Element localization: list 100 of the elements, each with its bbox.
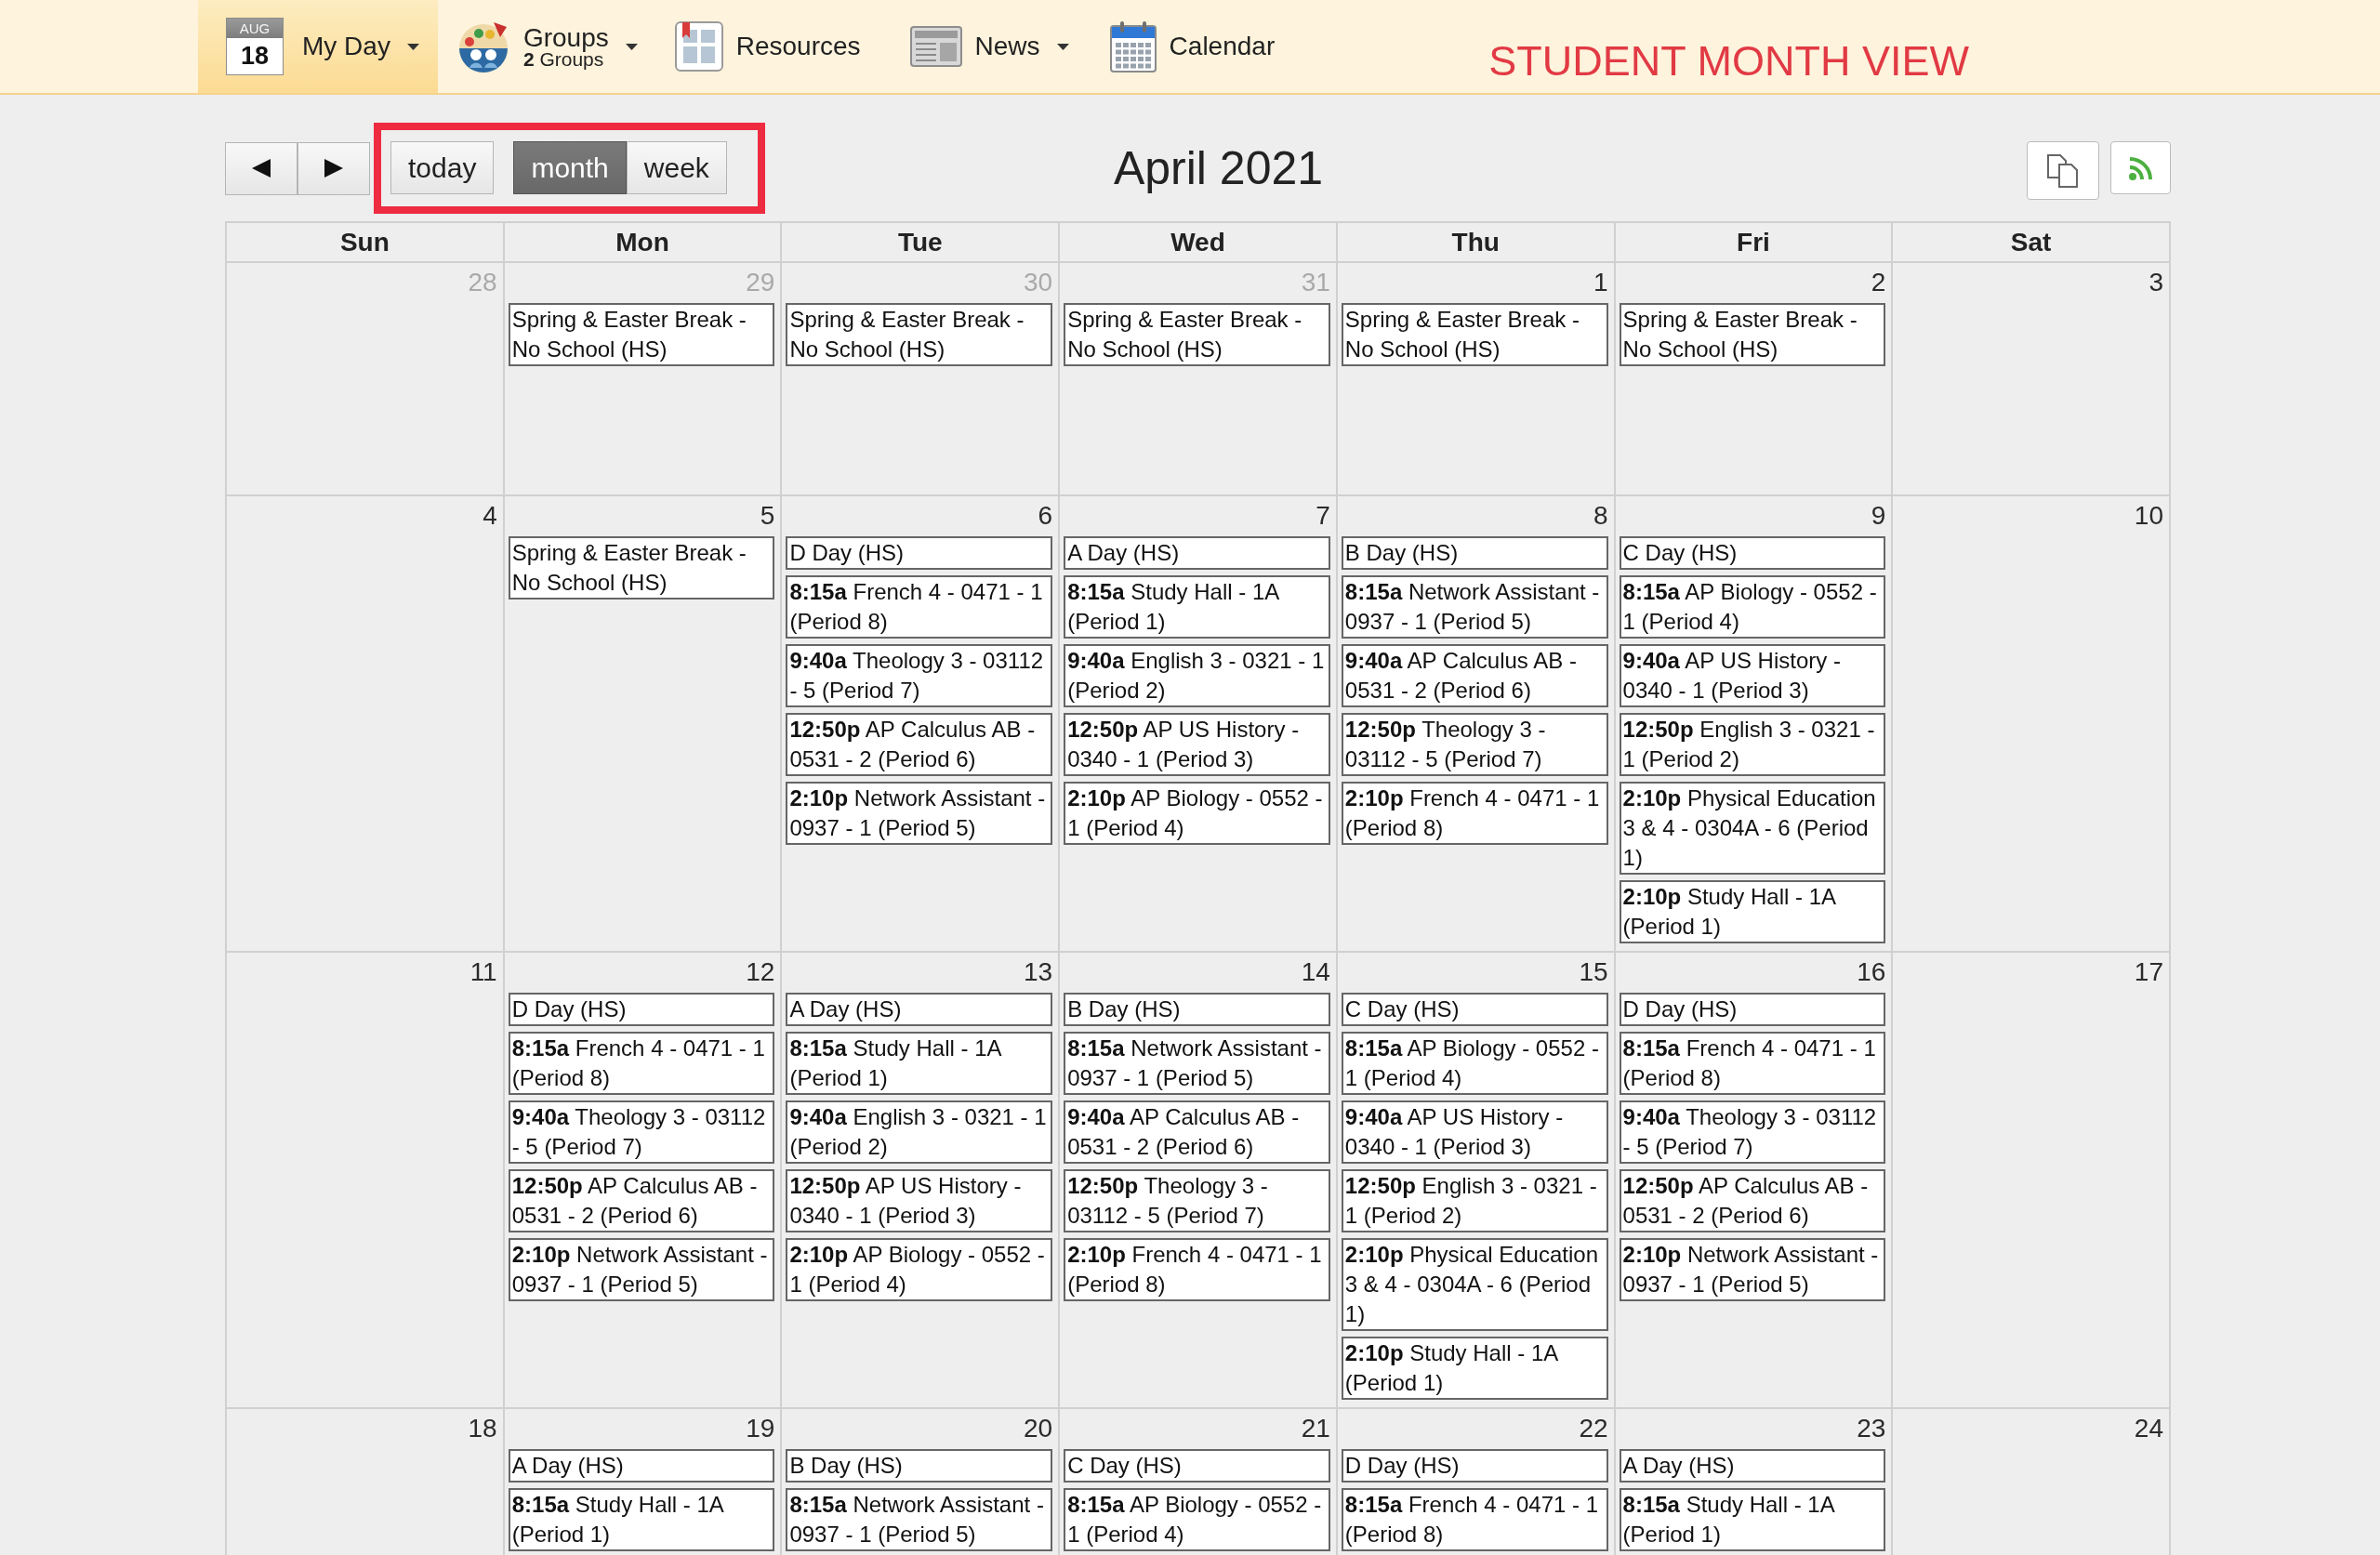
- view-caption: STUDENT MONTH VIEW: [1488, 39, 1969, 82]
- next-button[interactable]: [298, 141, 370, 195]
- nav-item[interactable]: Groups 2 Groups: [437, 0, 656, 93]
- calendar-event[interactable]: 12:50p AP Calculus AB - 0531 - 2 (Period 6): [1619, 1169, 1886, 1232]
- day-number: 29: [746, 268, 775, 297]
- calendar-event[interactable]: Spring & Easter Break - No School (HS): [508, 303, 775, 366]
- calendar-event[interactable]: Spring & Easter Break - No School (HS): [786, 303, 1053, 366]
- day-number: 15: [1579, 957, 1608, 986]
- right-triangle-icon: [324, 159, 343, 178]
- calendar-event[interactable]: 8:15a AP Biology - 0552 - 1 (Period 4): [1064, 1488, 1330, 1551]
- day-number: 2: [1871, 268, 1886, 297]
- weekday-header: Tue: [897, 228, 943, 257]
- day-number: 13: [1024, 957, 1053, 986]
- calendar-event[interactable]: A Day (HS): [1064, 536, 1330, 570]
- calendar-event[interactable]: 9:40a Theology 3 - 03112 - 5 (Period 7): [508, 1100, 775, 1164]
- calendar-event[interactable]: 12:50p Theology 3 - 03112 - 5 (Period 7): [1064, 1169, 1330, 1232]
- calendar-event[interactable]: 9:40a Theology 3 - 03112 - 5 (Period 7): [1619, 1100, 1886, 1164]
- previous-button[interactable]: [225, 141, 298, 195]
- calendar-event[interactable]: 2:10p Physical Education 3 & 4 - 0304A - 6 (Period 1): [1341, 1238, 1608, 1331]
- day-number: 22: [1579, 1414, 1608, 1443]
- calendar-event[interactable]: 8:15a AP Biology - 0552 - 1 (Period 4): [1341, 1032, 1608, 1095]
- day-number: 5: [760, 501, 775, 530]
- calendar-event[interactable]: C Day (HS): [1341, 993, 1608, 1026]
- calendar-event[interactable]: 2:10p Study Hall - 1A (Period 1): [1619, 880, 1886, 943]
- calendar-event[interactable]: 9:40a AP Calculus AB - 0531 - 2 (Period 6): [1064, 1100, 1330, 1164]
- calendar-event[interactable]: D Day (HS): [1619, 993, 1886, 1026]
- calendar-event[interactable]: 8:15a French 4 - 0471 - 1 (Period 8): [786, 575, 1053, 639]
- calendar-event[interactable]: 2:10p French 4 - 0471 - 1 (Period 8): [1064, 1238, 1330, 1301]
- copy-button[interactable]: [2027, 141, 2099, 200]
- calendar-event[interactable]: 9:40a AP US History - 0340 - 1 (Period 3): [1619, 644, 1886, 707]
- grid-bookmark-icon: [674, 21, 723, 72]
- calendar-event[interactable]: 8:15a Study Hall - 1A (Period 1): [1619, 1488, 1886, 1551]
- weekday-header: Thu: [1451, 228, 1500, 257]
- calendar-event[interactable]: 8:15a Study Hall - 1A (Period 1): [508, 1488, 775, 1551]
- calendar-event[interactable]: 8:15a French 4 - 0471 - 1 (Period 8): [1619, 1032, 1886, 1095]
- calendar-event[interactable]: A Day (HS): [1619, 1449, 1886, 1483]
- calendar-event[interactable]: 2:10p Physical Education 3 & 4 - 0304A - 6 (Period 1): [1619, 782, 1886, 875]
- calendar-event[interactable]: 9:40a English 3 - 0321 - 1 (Period 2): [786, 1100, 1053, 1164]
- calendar-event[interactable]: 2:10p Network Assistant - 0937 - 1 (Period 5): [508, 1238, 775, 1301]
- calendar-event[interactable]: 12:50p AP US History - 0340 - 1 (Period 3): [1064, 713, 1330, 776]
- calendar-event[interactable]: 8:15a French 4 - 0471 - 1 (Period 8): [508, 1032, 775, 1095]
- calendar-event[interactable]: A Day (HS): [508, 1449, 775, 1483]
- feed-button[interactable]: [2110, 141, 2171, 194]
- calendar-event[interactable]: 8:15a AP Biology - 0552 - 1 (Period 4): [1619, 575, 1886, 639]
- calendar-event[interactable]: 12:50p Theology 3 - 03112 - 5 (Period 7): [1341, 713, 1608, 776]
- calendar-event[interactable]: B Day (HS): [786, 1449, 1053, 1483]
- nav-item[interactable]: AUG 18 My Day: [198, 0, 438, 93]
- calendar-event[interactable]: Spring & Easter Break - No School (HS): [1064, 303, 1330, 366]
- calendar-event[interactable]: Spring & Easter Break - No School (HS): [1619, 303, 1886, 366]
- left-triangle-icon: [252, 159, 271, 178]
- view-button[interactable]: week: [626, 141, 727, 194]
- day-number: 9: [1871, 501, 1886, 530]
- calendar-event[interactable]: D Day (HS): [508, 993, 775, 1026]
- calendar-event[interactable]: D Day (HS): [786, 536, 1053, 570]
- calendar-event[interactable]: 12:50p AP Calculus AB - 0531 - 2 (Period 6): [786, 713, 1053, 776]
- weekday-header: Wed: [1170, 228, 1225, 257]
- calendar-event[interactable]: C Day (HS): [1064, 1449, 1330, 1483]
- newspaper-icon: [909, 26, 962, 67]
- day-number: 4: [483, 501, 497, 530]
- calendar-event[interactable]: B Day (HS): [1064, 993, 1330, 1026]
- calendar-event[interactable]: 9:40a English 3 - 0321 - 1 (Period 2): [1064, 644, 1330, 707]
- calendar-event[interactable]: 8:15a Network Assistant - 0937 - 1 (Period 5): [1064, 1032, 1330, 1095]
- day-number: 19: [746, 1414, 775, 1443]
- badge-month: AUG: [227, 19, 283, 38]
- calendar-event[interactable]: B Day (HS): [1341, 536, 1608, 570]
- calendar-event[interactable]: A Day (HS): [786, 993, 1053, 1026]
- calendar-event[interactable]: Spring & Easter Break - No School (HS): [508, 536, 775, 600]
- calendar-event[interactable]: 12:50p AP Calculus AB - 0531 - 2 (Period 6): [508, 1169, 775, 1232]
- day-number: 12: [746, 957, 775, 986]
- calendar-event[interactable]: 8:15a Network Assistant - 0937 - 1 (Period 5): [1341, 575, 1608, 639]
- calendar-event[interactable]: 2:10p Network Assistant - 0937 - 1 (Period 5): [1619, 1238, 1886, 1301]
- day-number: 1: [1593, 268, 1608, 297]
- calendar-event[interactable]: C Day (HS): [1619, 536, 1886, 570]
- calendar-event[interactable]: 9:40a AP Calculus AB - 0531 - 2 (Period 6): [1341, 644, 1608, 707]
- calendar-event[interactable]: 2:10p AP Biology - 0552 - 1 (Period 4): [1064, 782, 1330, 845]
- calendar-event[interactable]: 12:50p English 3 - 0321 - 1 (Period 2): [1619, 713, 1886, 776]
- calendar-event[interactable]: Spring & Easter Break - No School (HS): [1341, 303, 1608, 366]
- day-number: 8: [1593, 501, 1608, 530]
- today-button[interactable]: today: [390, 141, 495, 194]
- day-number: 21: [1301, 1414, 1330, 1443]
- calendar-event[interactable]: D Day (HS): [1341, 1449, 1608, 1483]
- calendar-event[interactable]: 12:50p English 3 - 0321 - 1 (Period 2): [1341, 1169, 1608, 1232]
- calendar-event[interactable]: 2:10p AP Biology - 0552 - 1 (Period 4): [786, 1238, 1053, 1301]
- nav-item[interactable]: News: [879, 0, 1088, 93]
- calendar-event[interactable]: 8:15a Study Hall - 1A (Period 1): [786, 1032, 1053, 1095]
- calendar-event[interactable]: 2:10p Study Hall - 1A (Period 1): [1341, 1337, 1608, 1400]
- day-number: 10: [2134, 501, 2163, 530]
- calendar-event[interactable]: 8:15a French 4 - 0471 - 1 (Period 8): [1341, 1488, 1608, 1551]
- nav-item[interactable]: Resources: [655, 0, 879, 93]
- calendar-event[interactable]: 12:50p AP US History - 0340 - 1 (Period 3): [786, 1169, 1053, 1232]
- view-button[interactable]: month: [513, 141, 627, 194]
- calendar-event[interactable]: 2:10p Network Assistant - 0937 - 1 (Period 5): [786, 782, 1053, 845]
- day-number: 11: [469, 957, 497, 986]
- nav-item[interactable]: Calendar: [1087, 0, 1294, 93]
- calendar-event[interactable]: 9:40a Theology 3 - 03112 - 5 (Period 7): [786, 644, 1053, 707]
- calendar-event[interactable]: 8:15a Network Assistant - 0937 - 1 (Period 5): [786, 1488, 1053, 1551]
- day-number: 7: [1316, 501, 1330, 530]
- calendar-event[interactable]: 2:10p French 4 - 0471 - 1 (Period 8): [1341, 782, 1608, 845]
- calendar-event[interactable]: 8:15a Study Hall - 1A (Period 1): [1064, 575, 1330, 639]
- calendar-event[interactable]: 9:40a AP US History - 0340 - 1 (Period 3): [1341, 1100, 1608, 1164]
